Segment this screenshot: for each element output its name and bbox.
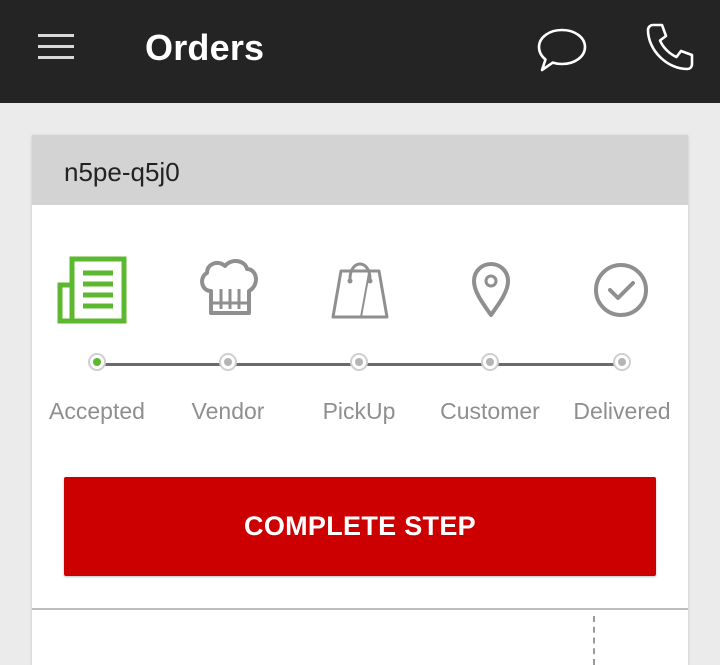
step-label-customer: Customer <box>440 398 540 424</box>
app-bar: Orders <box>0 0 720 103</box>
step-label-pickup: PickUp <box>322 398 396 424</box>
chef-hat-icon <box>189 255 269 325</box>
card-divider <box>32 608 688 610</box>
page-title: Orders <box>145 27 265 68</box>
phone-icon[interactable] <box>644 21 696 75</box>
dashed-separator <box>593 616 595 665</box>
hamburger-menu-icon[interactable] <box>36 30 76 64</box>
order-card-header: n5pe-q5j0 <box>32 135 688 205</box>
check-circle-icon <box>581 255 661 325</box>
order-card: n5pe-q5j0 Accepted Vendor PickUp Custome… <box>32 135 688 665</box>
order-list-icon <box>54 255 134 325</box>
chat-bubble-icon[interactable] <box>536 26 588 74</box>
step-dot-delivered <box>613 353 631 371</box>
step-label-accepted: Accepted <box>49 398 145 424</box>
step-dot-pickup <box>350 353 368 371</box>
shopping-bag-icon <box>320 255 400 325</box>
step-dot-vendor <box>219 353 237 371</box>
step-dot-accepted <box>88 353 106 371</box>
location-pin-icon <box>451 255 531 325</box>
order-id: n5pe-q5j0 <box>64 157 180 187</box>
delivery-progress-tracker: Accepted Vendor PickUp Customer Delivere… <box>32 205 688 475</box>
step-dot-customer <box>481 353 499 371</box>
complete-step-button[interactable]: COMPLETE STEP <box>64 477 656 576</box>
step-label-vendor: Vendor <box>191 398 265 424</box>
step-label-delivered: Delivered <box>573 398 671 424</box>
